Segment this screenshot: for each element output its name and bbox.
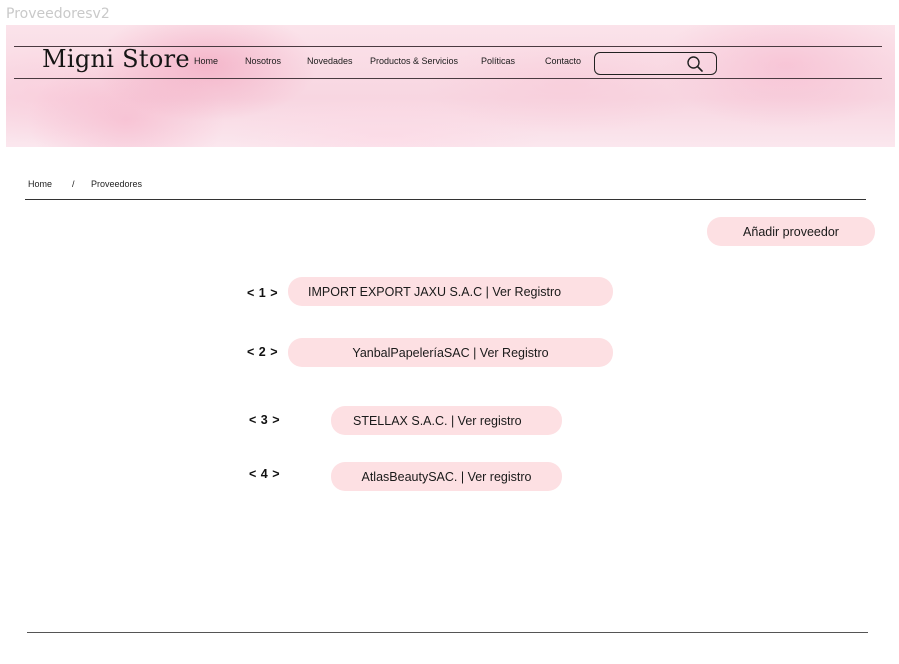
footer-divider xyxy=(27,632,868,633)
nav-home[interactable]: Home xyxy=(194,56,218,66)
breadcrumb-home[interactable]: Home xyxy=(28,179,52,189)
supplier-item-2[interactable]: YanbalPapeleríaSAC | Ver Registro xyxy=(288,338,613,367)
header-bottom-divider xyxy=(14,78,882,79)
supplier-index-2[interactable]: < 2 > xyxy=(247,345,278,359)
brand-logo[interactable]: Migni Store xyxy=(42,45,190,73)
header-banner: Migni Store Home Nosotros Novedades Prod… xyxy=(6,25,895,147)
supplier-item-3[interactable]: STELLAX S.A.C. | Ver registro xyxy=(331,406,562,435)
nav-novedades[interactable]: Novedades xyxy=(307,56,353,66)
nav-productos-servicios[interactable]: Productos & Servicios xyxy=(370,56,458,66)
add-supplier-button[interactable]: Añadir proveedor xyxy=(707,217,875,246)
search-box xyxy=(594,52,717,75)
frame-title: Proveedoresv2 xyxy=(6,6,110,22)
nav-contacto[interactable]: Contacto xyxy=(545,56,581,66)
breadcrumb-separator: / xyxy=(72,179,75,189)
nav-nosotros[interactable]: Nosotros xyxy=(245,56,281,66)
breadcrumb-divider xyxy=(25,199,866,200)
supplier-index-4[interactable]: < 4 > xyxy=(249,467,280,481)
supplier-item-4[interactable]: AtlasBeautySAC. | Ver registro xyxy=(331,462,562,491)
breadcrumb-current: Proveedores xyxy=(91,179,143,189)
supplier-index-1[interactable]: < 1 > xyxy=(247,286,278,300)
nav-politicas[interactable]: Políticas xyxy=(481,56,515,66)
search-input[interactable] xyxy=(601,55,685,73)
supplier-item-1[interactable]: IMPORT EXPORT JAXU S.A.C | Ver Registro xyxy=(288,277,613,306)
supplier-index-3[interactable]: < 3 > xyxy=(249,413,280,427)
search-icon[interactable] xyxy=(686,55,704,73)
